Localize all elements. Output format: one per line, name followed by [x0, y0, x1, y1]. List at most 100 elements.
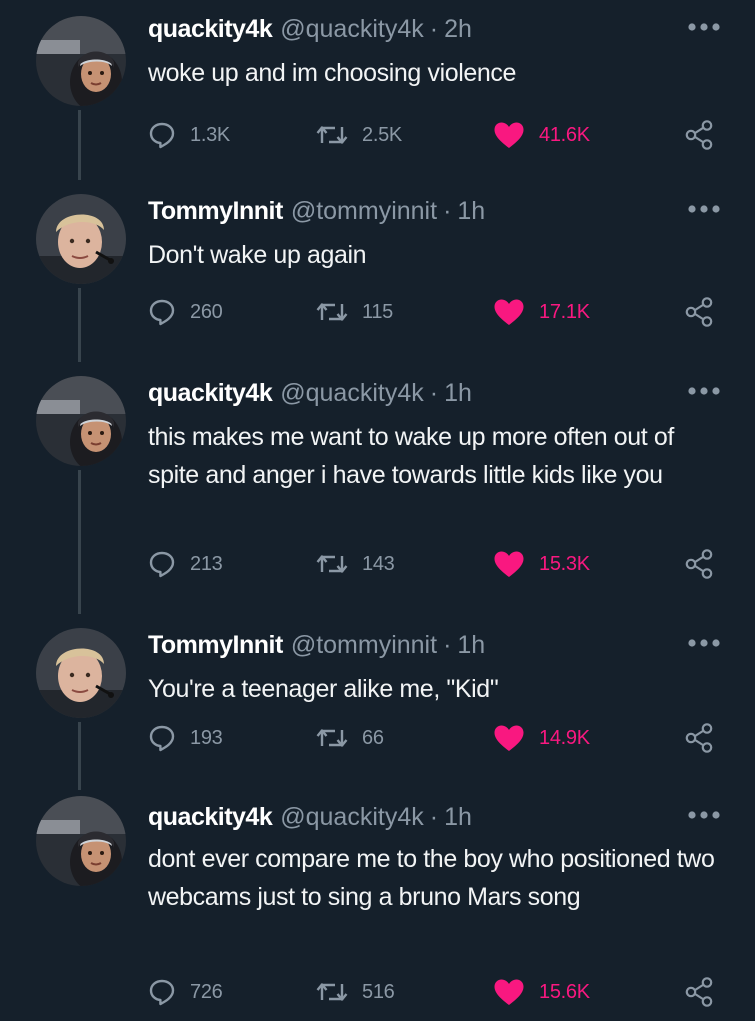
heart-icon — [493, 550, 525, 578]
heart-icon — [493, 121, 525, 149]
tweet-header: quackity4k @quackity4k · 1h — [148, 378, 472, 408]
display-name[interactable]: quackity4k — [148, 803, 273, 831]
tweet-header: quackity4k @quackity4k · 2h — [148, 14, 472, 44]
avatar[interactable] — [36, 16, 126, 106]
retweet-button[interactable]: 516 — [316, 972, 395, 1012]
tweet-actions: 260 115 17.1K — [148, 292, 738, 332]
reply-button[interactable]: 260 — [148, 292, 223, 332]
separator-dot: · — [443, 631, 452, 659]
avatar[interactable] — [36, 376, 126, 466]
tweet[interactable]: quackity4k @quackity4k · 1h dont ever compa… — [0, 792, 755, 1021]
more-options-icon[interactable] — [686, 202, 722, 216]
reply-icon — [148, 121, 176, 149]
heart-icon — [493, 298, 525, 326]
like-button[interactable]: 41.6K — [493, 115, 590, 155]
tweet-thread: quackity4k @quackity4k · 2h woke up and im … — [0, 0, 755, 1021]
tweet-text: woke up and im choosing violence — [148, 59, 516, 87]
avatar[interactable] — [36, 796, 126, 886]
reply-button[interactable]: 1.3K — [148, 115, 230, 155]
retweet-button[interactable]: 143 — [316, 544, 395, 584]
reply-button[interactable]: 193 — [148, 718, 223, 758]
tweet-header: quackity4k @quackity4k · 1h — [148, 802, 472, 832]
user-handle[interactable]: @quackity4k — [280, 15, 424, 43]
tweet[interactable]: quackity4k @quackity4k · 1h this makes me w… — [0, 364, 755, 614]
reply-icon — [148, 550, 176, 578]
share-button[interactable] — [684, 292, 714, 332]
more-options-icon[interactable] — [686, 636, 722, 650]
more-options-icon[interactable] — [686, 384, 722, 398]
timestamp[interactable]: 1h — [457, 631, 485, 659]
reply-count: 1.3K — [190, 123, 230, 146]
separator-dot: · — [429, 15, 439, 43]
retweet-count: 2.5K — [362, 123, 402, 146]
display-name[interactable]: quackity4k — [148, 15, 273, 43]
avatar-image — [36, 628, 126, 718]
retweet-icon — [316, 121, 348, 149]
tweet-actions: 213 143 15.3K — [148, 544, 738, 584]
more-options-icon[interactable] — [686, 808, 722, 822]
separator-dot: · — [429, 379, 439, 407]
avatar-image — [36, 194, 126, 284]
reply-icon — [148, 978, 176, 1006]
display-name[interactable]: TommyInnit — [148, 631, 283, 659]
heart-icon — [493, 724, 525, 752]
avatar[interactable] — [36, 628, 126, 718]
tweet[interactable]: TommyInnit @tommyinnit · 1h Don't wake up a… — [0, 182, 755, 362]
thread-connector-line — [78, 110, 81, 180]
avatar-image — [36, 16, 126, 106]
like-count: 41.6K — [539, 123, 590, 146]
tweet-text: You're a teenager alike me, "Kid" — [148, 675, 499, 703]
reply-button[interactable]: 726 — [148, 972, 223, 1012]
retweet-button[interactable]: 2.5K — [316, 115, 402, 155]
share-button[interactable] — [684, 544, 714, 584]
reply-count: 193 — [190, 726, 223, 749]
retweet-count: 66 — [362, 726, 384, 749]
more-options-icon[interactable] — [686, 20, 722, 34]
retweet-button[interactable]: 66 — [316, 718, 384, 758]
tweet-header: TommyInnit @tommyinnit · 1h — [148, 630, 485, 660]
share-icon — [684, 722, 714, 754]
thread-connector-line — [78, 470, 81, 614]
timestamp[interactable]: 2h — [444, 15, 472, 43]
user-handle[interactable]: @quackity4k — [280, 803, 424, 831]
share-button[interactable] — [684, 972, 714, 1012]
user-handle[interactable]: @tommyinnit — [291, 631, 437, 659]
retweet-icon — [316, 978, 348, 1006]
timestamp[interactable]: 1h — [444, 803, 472, 831]
share-button[interactable] — [684, 718, 714, 758]
user-handle[interactable]: @quackity4k — [280, 379, 424, 407]
like-count: 14.9K — [539, 726, 590, 749]
retweet-icon — [316, 298, 348, 326]
timestamp[interactable]: 1h — [457, 197, 485, 225]
tweet[interactable]: quackity4k @quackity4k · 2h woke up and im … — [0, 0, 755, 180]
like-button[interactable]: 15.3K — [493, 544, 590, 584]
timestamp[interactable]: 1h — [444, 379, 472, 407]
retweet-button[interactable]: 115 — [316, 292, 393, 332]
tweet-actions: 726 516 15.6K — [148, 972, 738, 1012]
separator-dot: · — [429, 803, 439, 831]
share-icon — [684, 976, 714, 1008]
tweet-actions: 193 66 14.9K — [148, 718, 738, 758]
share-icon — [684, 548, 714, 580]
thread-connector-line — [78, 722, 81, 790]
like-button[interactable]: 14.9K — [493, 718, 590, 758]
reply-button[interactable]: 213 — [148, 544, 223, 584]
display-name[interactable]: quackity4k — [148, 379, 273, 407]
avatar-image — [36, 796, 126, 886]
share-button[interactable] — [684, 115, 714, 155]
retweet-icon — [316, 550, 348, 578]
user-handle[interactable]: @tommyinnit — [291, 197, 437, 225]
tweet-text: this makes me want to wake up more often… — [148, 423, 674, 489]
like-button[interactable]: 15.6K — [493, 972, 590, 1012]
like-count: 15.6K — [539, 980, 590, 1003]
retweet-count: 143 — [362, 552, 395, 575]
reply-count: 260 — [190, 300, 223, 323]
like-count: 15.3K — [539, 552, 590, 575]
avatar[interactable] — [36, 194, 126, 284]
reply-icon — [148, 724, 176, 752]
share-icon — [684, 296, 714, 328]
display-name[interactable]: TommyInnit — [148, 197, 283, 225]
tweet[interactable]: TommyInnit @tommyinnit · 1h You're a teenag… — [0, 616, 755, 790]
share-icon — [684, 119, 714, 151]
like-button[interactable]: 17.1K — [493, 292, 590, 332]
